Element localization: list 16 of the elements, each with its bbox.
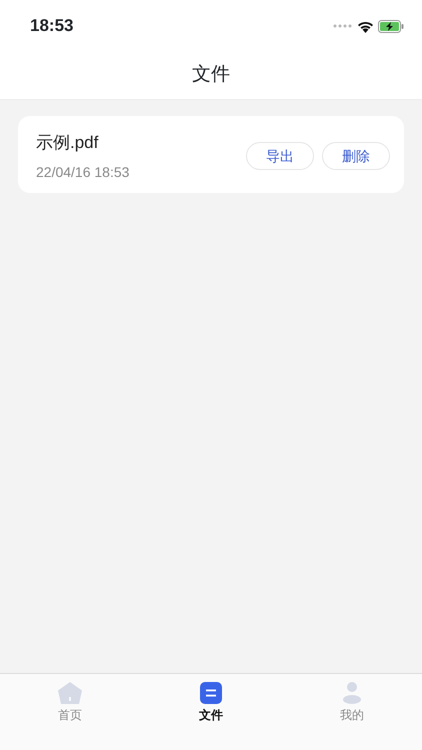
delete-button[interactable]: 删除 (322, 142, 390, 170)
signal-icon (333, 24, 353, 28)
wifi-icon (357, 20, 374, 32)
document-icon (200, 682, 222, 704)
file-card[interactable]: 示例.pdf 22/04/16 18:53 导出 删除 (18, 116, 404, 192)
file-name: 示例.pdf (36, 132, 100, 154)
battery-icon (378, 20, 404, 32)
tab-item[interactable]: 我的 (282, 674, 422, 750)
status-time: 18:53 (30, 15, 74, 38)
tab-item[interactable]: 文件 (141, 674, 281, 750)
file-date: 22/04/16 18:53 (36, 162, 130, 182)
page-title: 文件 (192, 63, 230, 88)
person-icon (343, 682, 361, 704)
export-button[interactable]: 导出 (246, 142, 314, 170)
tab-item[interactable]: 首页 (0, 674, 140, 750)
home-icon (58, 682, 82, 704)
